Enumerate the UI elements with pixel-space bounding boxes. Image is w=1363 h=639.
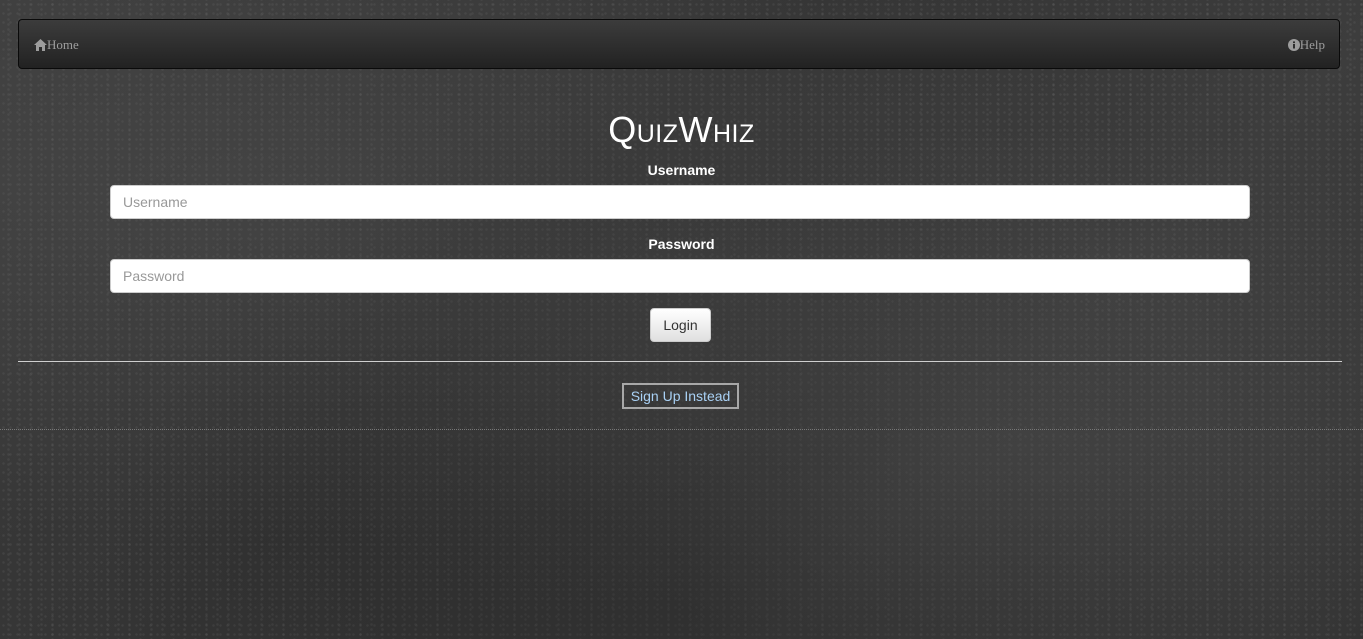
home-label: Home xyxy=(47,37,79,52)
username-label: Username xyxy=(647,162,716,178)
dotted-divider xyxy=(0,429,1363,430)
page-title: QuizWhiz xyxy=(608,109,755,150)
username-input[interactable] xyxy=(110,185,1250,219)
divider xyxy=(18,361,1342,362)
info-icon xyxy=(1287,39,1300,51)
help-label: Help xyxy=(1299,37,1325,52)
login-button[interactable]: Login xyxy=(650,308,711,342)
home-link[interactable]: Home xyxy=(34,37,79,53)
password-input[interactable] xyxy=(110,259,1250,293)
sign-up-link[interactable]: Sign Up Instead xyxy=(622,383,739,409)
home-icon xyxy=(34,39,47,51)
top-navbar: Home Help xyxy=(18,19,1340,69)
help-link[interactable]: Help xyxy=(1287,37,1325,53)
password-label: Password xyxy=(648,236,715,252)
